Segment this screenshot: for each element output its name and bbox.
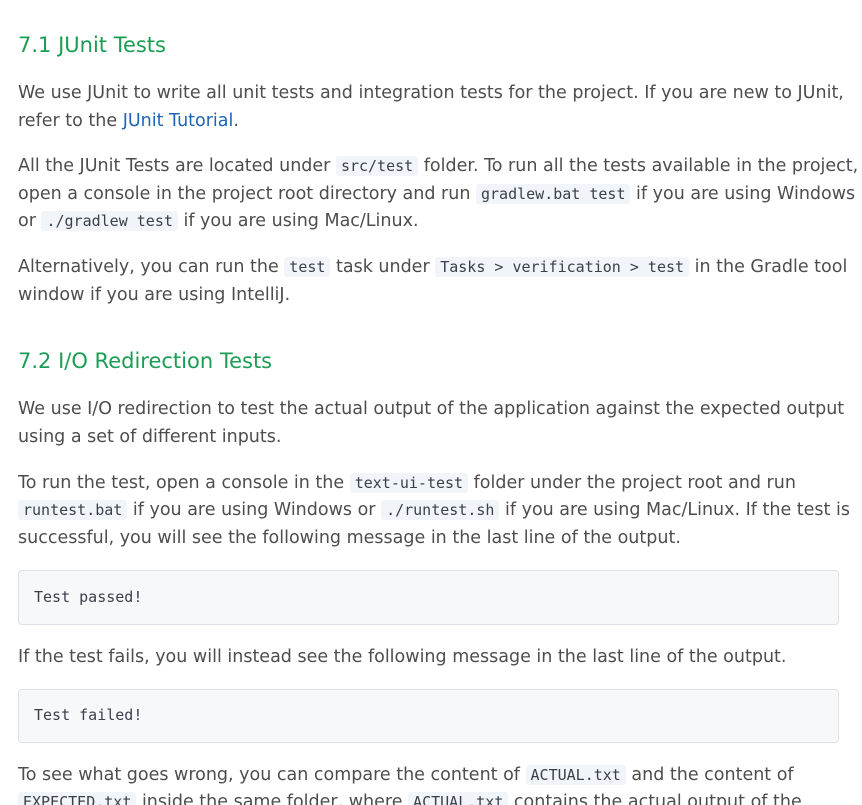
paragraph-line: To see what goes wrong, you can compare … — [18, 765, 794, 785]
inline-code: EXPECTED.txt — [18, 792, 137, 805]
section-heading-io-redirection: 7.2 I/O Redirection Tests — [18, 349, 273, 373]
inline-code: ACTUAL.txt — [525, 765, 626, 785]
paragraph-line: We use JUnit to write all unit tests and… — [18, 83, 844, 103]
paragraph-line: refer to the JUnit Tutorial. — [18, 111, 239, 131]
inline-code: text-ui-test — [349, 473, 469, 493]
paragraph-line: EXPECTED.txt inside the same folder, whe… — [18, 788, 802, 805]
code-block-test-passed: Test passed! — [18, 570, 839, 625]
paragraph-line: using a set of different inputs. — [18, 427, 282, 447]
paragraph-line: open a console in the project root direc… — [18, 184, 856, 204]
paragraph-line: All the JUnit Tests are located under sr… — [18, 156, 859, 176]
inline-code: runtest.bat — [18, 500, 128, 520]
inline-code: ./runtest.sh — [381, 500, 500, 520]
paragraph-line: Alternatively, you can run the test task… — [18, 257, 848, 277]
code-block-test-failed: Test failed! — [18, 689, 839, 743]
code-text: Test failed! — [34, 706, 143, 724]
inline-code: ACTUAL.txt — [408, 792, 509, 805]
inline-code: src/test — [335, 156, 419, 176]
inline-code: test — [284, 257, 331, 277]
inline-code: ./gradlew test — [41, 211, 178, 231]
paragraph-line: If the test fails, you will instead see … — [18, 647, 787, 667]
inline-code: Tasks > verification > test — [435, 257, 690, 277]
paragraph-line: window if you are using IntelliJ. — [18, 285, 291, 305]
paragraph-line: runtest.bat if you are using Windows or … — [18, 496, 850, 524]
code-text: Test passed! — [34, 588, 143, 606]
section-heading-junit: 7.1 JUnit Tests — [18, 33, 166, 57]
paragraph-line: successful, you will see the following m… — [18, 528, 681, 548]
paragraph-line: We use I/O redirection to test the actua… — [18, 399, 845, 419]
inline-code: gradlew.bat test — [475, 184, 631, 204]
paragraph-line: or ./gradlew test if you are using Mac/L… — [18, 211, 419, 231]
paragraph-line: To run the test, open a console in the t… — [18, 473, 796, 493]
junit-tutorial-link[interactable]: JUnit Tutorial — [123, 111, 234, 131]
